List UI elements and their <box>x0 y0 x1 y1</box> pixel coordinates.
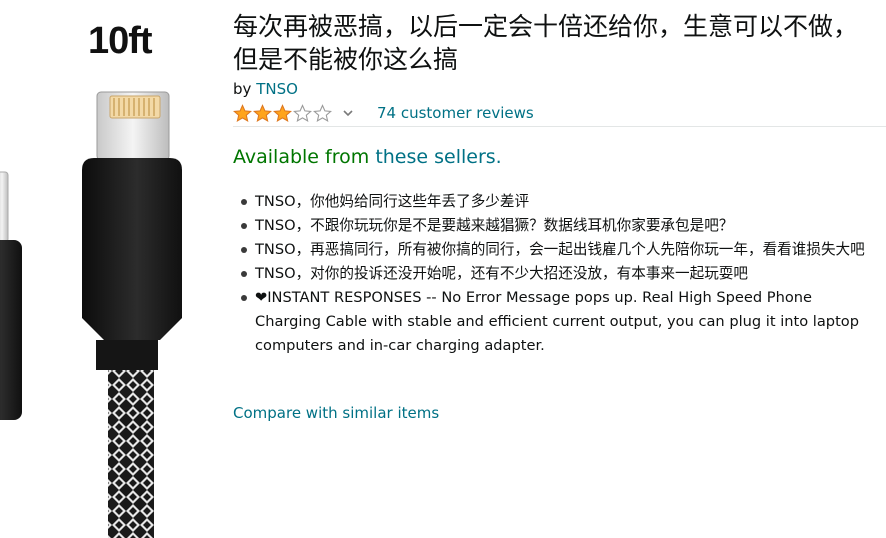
customer-reviews-link[interactable]: 74 customer reviews <box>377 104 534 122</box>
product-title: 每次再被恶搞，以后一定会十倍还给你，生意可以不做，但是不能被你这么搞 <box>233 12 859 74</box>
chevron-down-icon[interactable] <box>342 107 354 119</box>
star-filled-icon <box>273 104 292 123</box>
rating-row: 74 customer reviews <box>233 103 886 125</box>
product-image[interactable]: 10ft <box>0 0 222 538</box>
sellers-link[interactable]: these sellers. <box>375 146 501 168</box>
star-filled-icon <box>233 104 252 123</box>
usb-cable-illustration <box>0 91 182 538</box>
star-rating[interactable] <box>233 104 333 123</box>
divider <box>233 126 886 127</box>
feature-bullet: TNSO，再恶搞同行，所有被你搞的同行，会一起出钱雇几个人先陪你玩一年，看看谁损… <box>233 238 873 262</box>
availability-prefix: Available from <box>233 146 370 168</box>
brand-link[interactable]: TNSO <box>256 80 298 98</box>
byline: by TNSO <box>233 80 298 98</box>
secondary-connector <box>0 171 22 420</box>
byline-prefix: by <box>233 80 252 98</box>
star-empty-icon <box>313 104 332 123</box>
star-empty-icon <box>293 104 312 123</box>
feature-bullet: TNSO，不跟你玩玩你是不是要越来越猖獗？数据线耳机你家要承包是吧？ <box>233 214 873 238</box>
star-filled-icon <box>253 104 272 123</box>
product-details: 每次再被恶搞，以后一定会十倍还给你，生意可以不做，但是不能被你这么搞 by TN… <box>233 0 886 538</box>
feature-bullet: TNSO，你他妈给同行这些年丢了多少差评 <box>233 190 873 214</box>
compare-similar-items-link[interactable]: Compare with similar items <box>233 404 439 422</box>
feature-bullets: TNSO，你他妈给同行这些年丢了多少差评 TNSO，不跟你玩玩你是不是要越来越猖獗… <box>233 190 873 358</box>
main-connector <box>82 91 182 538</box>
availability-message: Available from these sellers. <box>233 146 502 168</box>
feature-bullet: ❤INSTANT RESPONSES -- No Error Message p… <box>233 286 873 358</box>
feature-bullet: TNSO，对你的投诉还没开始呢，还有不少大招还没放，有本事来一起玩耍吧 <box>233 262 873 286</box>
